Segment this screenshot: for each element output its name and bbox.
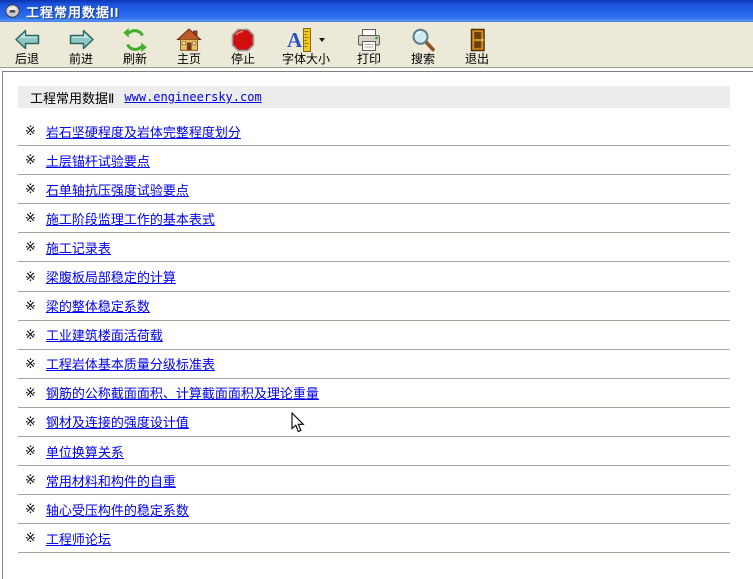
list-item: ※ 施工记录表 [18, 233, 730, 263]
refresh-button[interactable]: 刷新 [108, 25, 162, 66]
back-label: 后退 [14, 52, 39, 66]
list-item: ※ 土层锚杆试验要点 [18, 146, 730, 176]
search-label: 搜索 [410, 52, 435, 66]
list-item: ※ 工业建筑楼面活荷载 [18, 321, 730, 350]
forward-icon [68, 26, 95, 53]
stop-icon [230, 26, 256, 53]
home-label: 主页 [176, 52, 201, 66]
list-item: ※ 常用材料和构件的自重 [18, 466, 730, 496]
item-link[interactable]: 石单轴抗压强度试验要点 [46, 180, 189, 199]
window-title: 工程常用数据II [26, 4, 120, 20]
font-size-button[interactable]: A 字体大小 [270, 25, 342, 66]
bullet-icon: ※ [25, 297, 36, 313]
svg-text:A: A [287, 28, 303, 52]
bullet-icon: ※ [25, 472, 36, 488]
list-item: ※ 岩石坚硬程度及岩体完整程度划分 [18, 117, 730, 147]
bullet-icon: ※ [25, 239, 36, 255]
bullet-icon: ※ [25, 326, 36, 342]
item-link[interactable]: 施工记录表 [46, 238, 111, 257]
back-button[interactable]: 后退 [0, 25, 54, 66]
bullet-icon: ※ [25, 268, 36, 284]
list-item: ※ 轴心受压构件的稳定系数 [18, 495, 730, 525]
print-label: 打印 [356, 52, 381, 66]
bullet-icon: ※ [25, 501, 36, 517]
refresh-icon [122, 26, 148, 53]
list-item: ※ 工程师论坛 [18, 524, 730, 554]
content-area: 工程常用数据Ⅱ www.engineersky.com ※ 岩石坚硬程度及岩体完… [2, 71, 753, 579]
item-link[interactable]: 钢材及连接的强度设计值 [46, 412, 189, 431]
item-link[interactable]: 梁的整体稳定系数 [46, 296, 150, 315]
home-icon [176, 26, 202, 53]
exit-icon [464, 26, 490, 53]
stop-label: 停止 [230, 52, 255, 66]
home-button[interactable]: 主页 [162, 25, 216, 66]
print-icon [356, 26, 382, 53]
page-header-band: 工程常用数据Ⅱ www.engineersky.com [18, 86, 730, 108]
item-link[interactable]: 单位换算关系 [46, 442, 124, 461]
item-link[interactable]: 常用材料和构件的自重 [46, 471, 176, 490]
exit-button[interactable]: 退出 [450, 25, 504, 66]
item-link[interactable]: 钢筋的公称截面面积、计算截面面积及理论重量 [46, 383, 319, 402]
font-size-icon: A [287, 27, 313, 53]
bullet-icon: ※ [25, 384, 36, 400]
link-list: ※ 岩石坚硬程度及岩体完整程度划分 ※ 土层锚杆试验要点 ※ 石单轴抗压强度试验… [18, 117, 730, 554]
bullet-icon: ※ [25, 123, 36, 139]
item-link[interactable]: 工程岩体基本质量分级标准表 [46, 354, 215, 373]
bullet-icon: ※ [25, 530, 36, 546]
search-button[interactable]: 搜索 [396, 25, 450, 66]
item-link[interactable]: 土层锚杆试验要点 [46, 151, 150, 170]
font-size-label: 字体大小 [281, 52, 330, 66]
refresh-label: 刷新 [122, 52, 147, 66]
item-link[interactable]: 工程师论坛 [46, 529, 111, 548]
item-link[interactable]: 轴心受压构件的稳定系数 [46, 500, 189, 519]
titlebar: 工程常用数据II [0, 0, 753, 22]
toolbar: 后退 前进 刷新 主页 停止 A 字体大小 打印 搜索 退出 [0, 22, 753, 68]
item-link[interactable]: 工业建筑楼面活荷载 [46, 325, 163, 344]
list-item: ※ 梁腹板局部稳定的计算 [18, 262, 730, 292]
bullet-icon: ※ [25, 443, 36, 459]
search-icon [410, 26, 436, 53]
bullet-icon: ※ [25, 181, 36, 197]
font-size-dropdown-icon[interactable] [319, 37, 325, 42]
bullet-icon: ※ [25, 152, 36, 168]
item-link[interactable]: 梁腹板局部稳定的计算 [46, 267, 176, 286]
list-item: ※ 石单轴抗压强度试验要点 [18, 175, 730, 205]
stop-button[interactable]: 停止 [216, 25, 270, 66]
forward-button[interactable]: 前进 [54, 25, 108, 66]
item-link[interactable]: 施工阶段监理工作的基本表式 [46, 209, 215, 228]
list-item: ※ 施工阶段监理工作的基本表式 [18, 204, 730, 234]
list-item: ※ 钢筋的公称截面面积、计算截面面积及理论重量 [18, 379, 730, 408]
forward-label: 前进 [68, 52, 93, 66]
list-item: ※ 梁的整体稳定系数 [18, 292, 730, 321]
exit-label: 退出 [464, 52, 489, 66]
page-title: 工程常用数据Ⅱ [30, 90, 115, 106]
back-icon [14, 26, 41, 53]
list-item: ※ 工程岩体基本质量分级标准表 [18, 350, 730, 379]
bullet-icon: ※ [25, 413, 36, 429]
item-link[interactable]: 岩石坚硬程度及岩体完整程度划分 [46, 122, 241, 141]
site-link[interactable]: www.engineersky.com [124, 90, 261, 104]
print-button[interactable]: 打印 [342, 25, 396, 66]
list-item: ※ 钢材及连接的强度设计值 [18, 408, 730, 438]
bullet-icon: ※ [25, 355, 36, 371]
app-disc-icon [5, 4, 20, 18]
bullet-icon: ※ [25, 210, 36, 226]
list-item: ※ 单位换算关系 [18, 437, 730, 467]
